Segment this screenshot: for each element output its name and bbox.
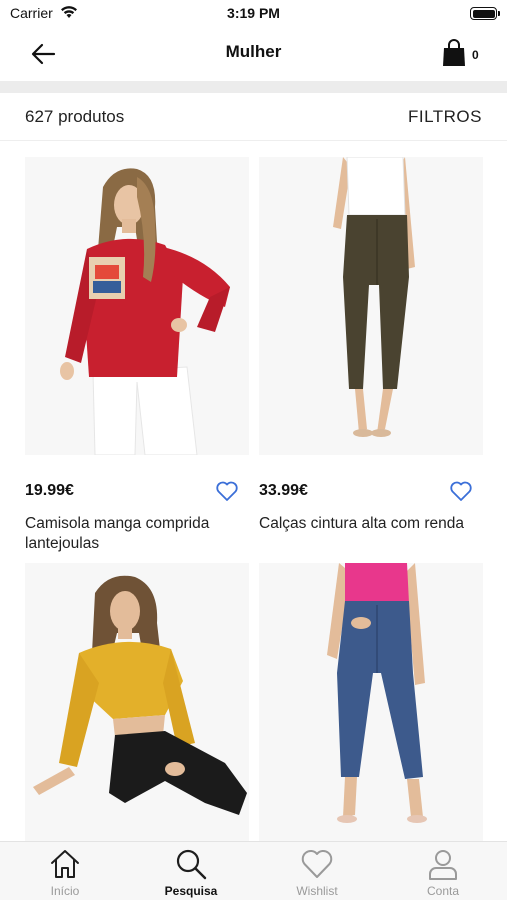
product-price: 33.99€ <box>259 482 308 499</box>
listing-toolbar: 627 produtos FILTROS <box>0 93 507 141</box>
product-image[interactable] <box>259 157 483 455</box>
page-title: Mulher <box>225 42 282 61</box>
tab-pesquisa[interactable]: Pesquisa <box>128 842 254 901</box>
product-image[interactable] <box>25 563 249 841</box>
search-icon <box>176 849 207 880</box>
home-icon <box>51 850 79 878</box>
tab-label: Wishlist <box>296 884 338 898</box>
wishlist-heart-icon[interactable] <box>215 480 239 502</box>
nav-header: Mulher 0 <box>0 28 507 80</box>
tab-label: Pesquisa <box>164 884 218 898</box>
tab-conta[interactable]: Conta <box>380 842 506 901</box>
wishlist-heart-icon[interactable] <box>449 480 473 502</box>
product-photo-mustard-top <box>25 563 249 841</box>
bottom-tab-bar: Início Pesquisa Wishlist Conta <box>0 841 507 900</box>
product-photo-trousers <box>259 157 483 455</box>
tab-label: Conta <box>426 884 460 898</box>
product-count: 627 produtos <box>25 107 125 126</box>
cart-count-badge: 0 <box>472 48 479 62</box>
section-divider <box>0 81 507 93</box>
user-icon <box>429 850 457 880</box>
tab-wishlist[interactable]: Wishlist <box>254 842 380 901</box>
product-name[interactable]: Calças cintura alta com renda <box>259 514 483 534</box>
filters-button[interactable]: FILTROS <box>408 107 482 127</box>
tab-inicio[interactable]: Início <box>2 842 128 901</box>
clock: 3:19 PM <box>227 5 280 21</box>
product-photo-sweater <box>25 157 249 455</box>
heart-icon <box>301 850 333 878</box>
product-photo-jeans <box>259 563 483 841</box>
tab-label: Início <box>50 884 80 898</box>
battery-icon <box>470 7 500 20</box>
status-bar: Carrier 3:19 PM <box>0 0 507 28</box>
product-name[interactable]: Camisola manga comprida lantejoulas <box>25 514 249 554</box>
product-image[interactable] <box>25 157 249 455</box>
product-grid: 19.99€ Camisola manga comprida lantejoul… <box>0 141 507 841</box>
product-price: 19.99€ <box>25 482 74 499</box>
product-image[interactable] <box>259 563 483 841</box>
shopping-bag-icon[interactable] <box>442 39 466 67</box>
